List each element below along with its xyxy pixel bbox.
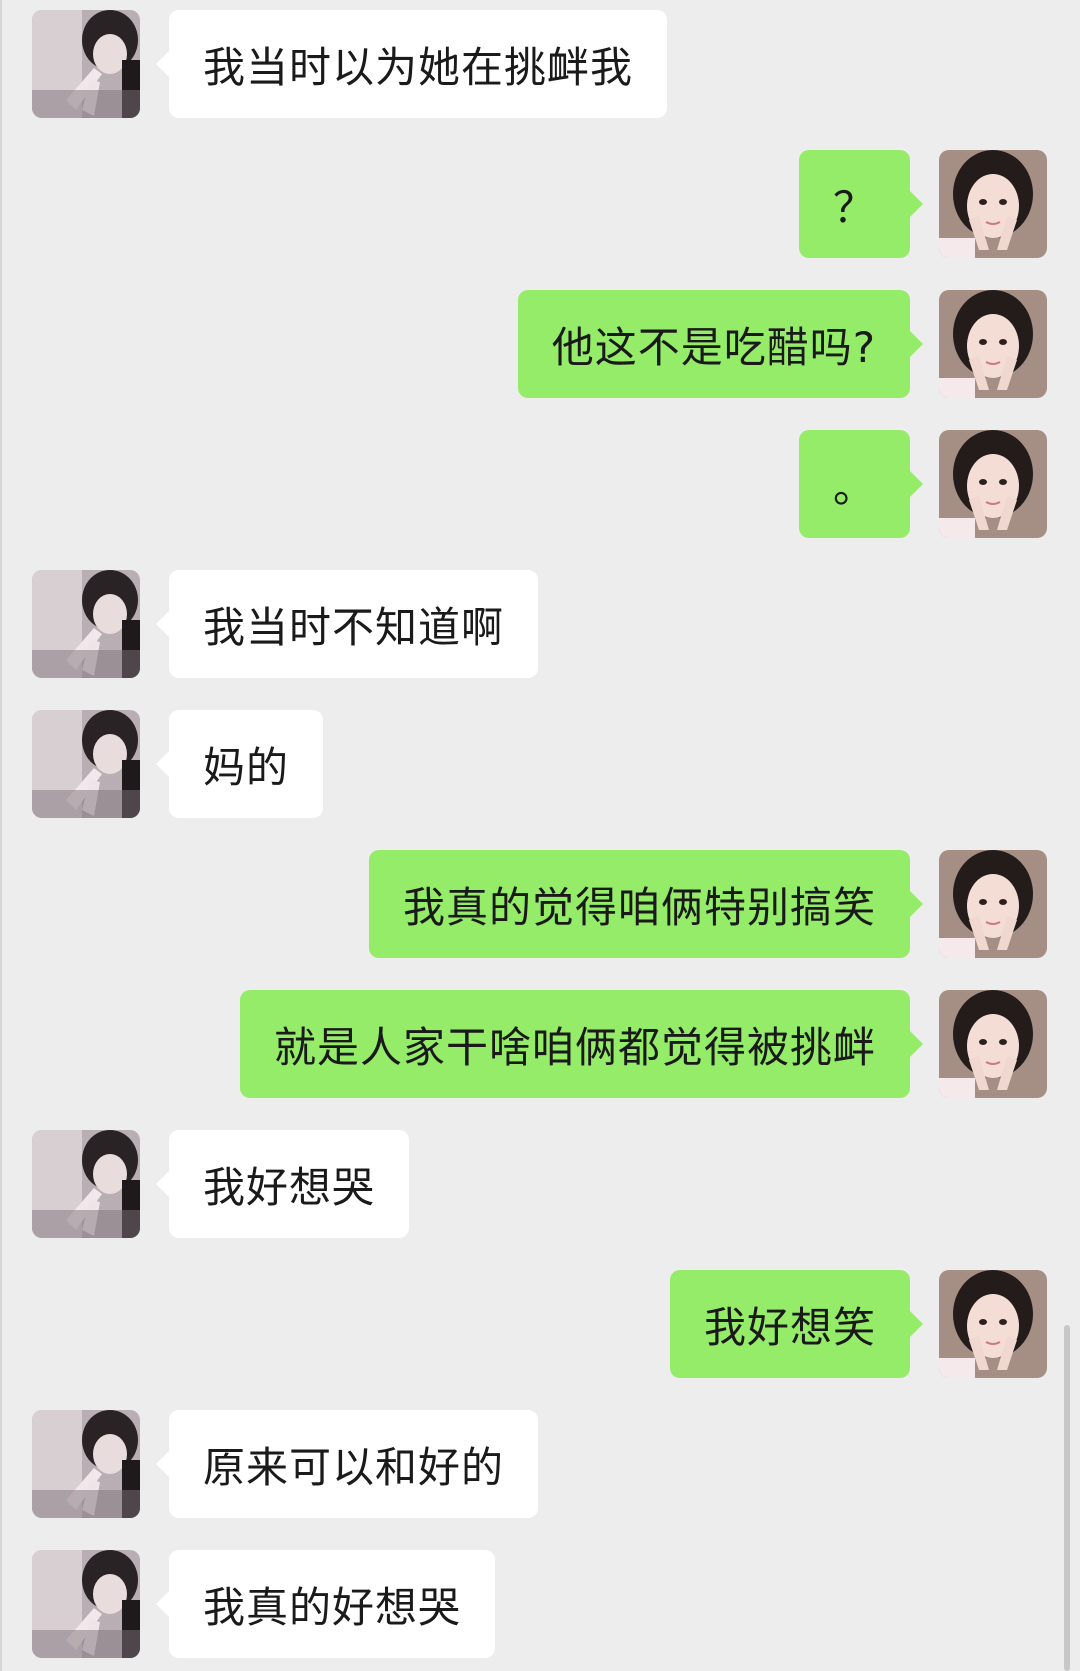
incoming-message-bubble[interactable]: 我好想哭 [155,1130,410,1238]
incoming-message-bubble[interactable]: 我当时以为她在挑衅我 [155,10,668,118]
message-row-outgoing: ？ [0,150,1080,260]
user-avatar-icon[interactable] [939,150,1047,258]
contact-avatar-icon[interactable] [32,710,140,818]
user-avatar-icon[interactable] [939,290,1047,398]
message-row-outgoing: 他这不是吃醋吗? [0,290,1080,400]
incoming-message-bubble[interactable]: 我当时不知道啊 [155,570,539,678]
outgoing-message-bubble[interactable]: 我真的觉得咱俩特别搞笑 [368,850,924,958]
message-row-outgoing: 我真的觉得咱俩特别搞笑 [0,850,1080,960]
user-avatar-icon[interactable] [939,1270,1047,1378]
user-avatar-icon[interactable] [939,990,1047,1098]
outgoing-message-bubble[interactable]: 就是人家干啥咱俩都觉得被挑衅 [239,990,924,1098]
message-row-outgoing: 。 [0,430,1080,540]
message-row-incoming: 我当时以为她在挑衅我 [0,10,1080,120]
incoming-message-bubble[interactable]: 我真的好想哭 [155,1550,496,1658]
chat-message-list[interactable]: 我当时以为她在挑衅我 ？ 他这不是吃醋吗? 。 我当时不知道啊 妈的 我真的觉得… [0,0,1080,1671]
message-row-outgoing: 我好想笑 [0,1270,1080,1380]
contact-avatar-icon[interactable] [32,570,140,678]
incoming-message-bubble[interactable]: 妈的 [155,710,324,818]
outgoing-message-bubble[interactable]: 他这不是吃醋吗? [517,290,924,398]
message-row-outgoing: 就是人家干啥咱俩都觉得被挑衅 [0,990,1080,1100]
user-avatar-icon[interactable] [939,850,1047,958]
contact-avatar-icon[interactable] [32,1550,140,1658]
contact-avatar-icon[interactable] [32,1410,140,1518]
message-row-incoming: 我好想哭 [0,1130,1080,1240]
contact-avatar-icon[interactable] [32,1130,140,1238]
message-row-incoming: 原来可以和好的 [0,1410,1080,1520]
outgoing-message-bubble[interactable]: 。 [798,430,924,538]
outgoing-message-bubble[interactable]: 我好想笑 [669,1270,924,1378]
message-row-incoming: 我当时不知道啊 [0,570,1080,680]
scrollbar-thumb[interactable] [1064,1325,1070,1671]
incoming-message-bubble[interactable]: 原来可以和好的 [155,1410,539,1518]
contact-avatar-icon[interactable] [32,10,140,118]
user-avatar-icon[interactable] [939,430,1047,538]
message-row-incoming: 我真的好想哭 [0,1550,1080,1660]
outgoing-message-bubble[interactable]: ？ [798,150,924,258]
message-row-incoming: 妈的 [0,710,1080,820]
